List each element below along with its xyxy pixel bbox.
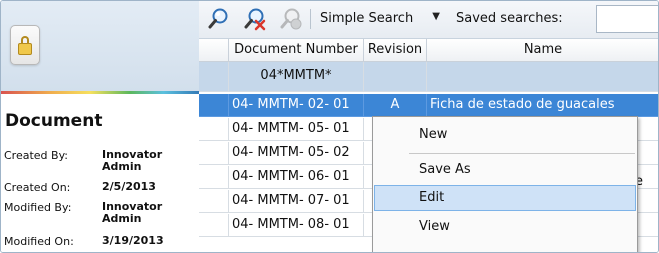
color-strip (1, 91, 199, 94)
row-selector-cell[interactable] (199, 94, 229, 117)
filter-revision[interactable] (364, 62, 427, 92)
name-cell[interactable]: Ficha de estado de guacales (427, 94, 658, 117)
menu-separator (409, 153, 635, 154)
header-document-number[interactable]: Document Number (229, 39, 364, 62)
stop-search-icon[interactable] (279, 7, 303, 31)
document-number-cell[interactable]: 04- MMTM- 07- 01 (229, 190, 364, 213)
app-window: Document Created By: Innovator Admin Cre… (0, 0, 659, 253)
search-mode-value: Simple Search (320, 11, 414, 26)
run-search-icon[interactable] (207, 7, 231, 31)
row-selector-cell[interactable] (199, 214, 229, 237)
search-toolbar: Simple Search ▼ Saved searches: (199, 1, 658, 39)
document-number-cell[interactable]: 04- MMTM- 02- 01 (229, 94, 364, 117)
filter-name[interactable] (427, 62, 658, 92)
locked-document-icon (10, 25, 40, 65)
table-row[interactable]: 04- MMTM- 02- 01 A Ficha de estado de gu… (199, 94, 658, 117)
item-header-area (1, 1, 199, 91)
created-by-value: Innovator Admin (102, 148, 163, 173)
saved-searches-input[interactable] (596, 5, 658, 33)
created-on-label: Created On: (4, 181, 71, 194)
header-selector-column[interactable] (199, 39, 229, 62)
modified-by-value: Innovator Admin (102, 200, 163, 225)
document-number-cell[interactable]: 04- MMTM- 06- 01 (229, 166, 364, 189)
document-number-cell[interactable]: 04- MMTM- 05- 01 (229, 118, 364, 141)
modified-on-label: Modified On: (4, 235, 74, 248)
filter-document-number[interactable]: 04*MMTM* (229, 62, 364, 92)
created-on-value: 2/5/2013 (102, 180, 156, 193)
menu-item-new[interactable]: New (374, 122, 636, 148)
filter-row: 04*MMTM* (199, 62, 658, 92)
row-selector-cell[interactable] (199, 190, 229, 213)
menu-item-view[interactable]: View (374, 214, 636, 240)
document-number-cell[interactable]: 04- MMTM- 05- 02 (229, 142, 364, 165)
menu-item-save-as[interactable]: Save As (374, 157, 636, 183)
row-selector-cell[interactable] (199, 118, 229, 141)
row-selector-cell[interactable] (199, 142, 229, 165)
filter-selector-cell (199, 62, 229, 92)
item-info-panel: Document Created By: Innovator Admin Cre… (1, 1, 199, 252)
document-number-cell[interactable]: 04- MMTM- 08- 01 (229, 214, 364, 237)
modified-by-label: Modified By: (4, 201, 72, 214)
chevron-down-icon[interactable]: ▼ (432, 11, 440, 22)
saved-searches-label: Saved searches: (456, 11, 563, 26)
context-menu: New Save As Edit View (372, 116, 638, 252)
modified-on-value: 3/19/2013 (102, 234, 164, 247)
menu-item-edit[interactable]: Edit (374, 185, 636, 211)
item-type-title: Document (5, 111, 103, 131)
search-mode-select[interactable]: Simple Search ▼ (316, 7, 444, 31)
header-revision[interactable]: Revision (364, 39, 427, 62)
lock-body (18, 43, 32, 55)
created-by-label: Created By: (4, 149, 68, 162)
header-name[interactable]: Name (427, 39, 658, 62)
clear-search-icon[interactable] (243, 7, 267, 31)
revision-cell[interactable]: A (364, 94, 427, 117)
row-selector-cell[interactable] (199, 166, 229, 189)
toolbar-separator (310, 9, 311, 29)
